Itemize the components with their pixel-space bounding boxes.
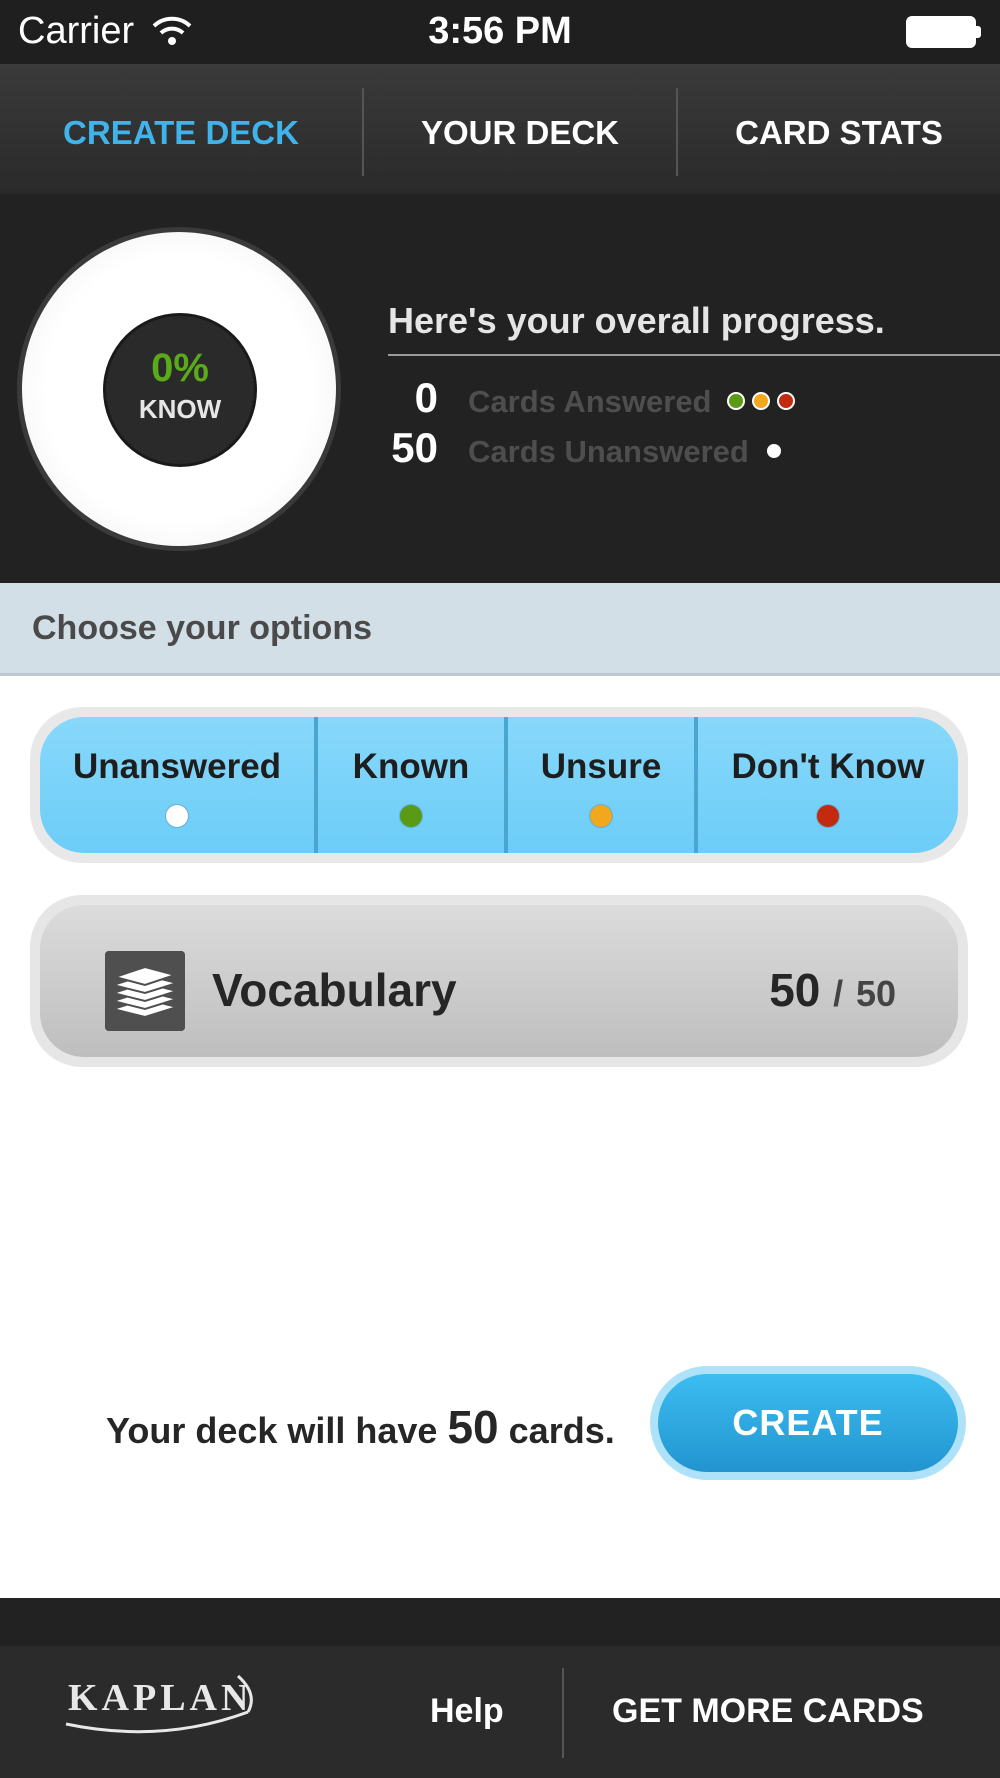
progress-panel: 0% KNOW Here's your overall progress. 0 … (0, 194, 1000, 583)
filter-label: Don't Know (731, 747, 925, 786)
filter-known[interactable]: Known (314, 717, 504, 853)
tab-your-deck[interactable]: YOUR DECK (364, 64, 676, 194)
answered-label: Cards Answered (468, 384, 712, 419)
summary-prefix: Your deck will have (106, 1410, 438, 1451)
known-dot-icon (400, 805, 422, 827)
filter-segmented-control: Unanswered Known Unsure Don't Know (40, 717, 958, 853)
help-link[interactable]: Help (430, 1692, 504, 1731)
progress-divider (388, 354, 1000, 356)
dont-know-dot-icon (817, 805, 839, 827)
tab-create-deck[interactable]: CREATE DECK (0, 64, 362, 194)
deck-summary: Your deck will have 50 cards. (106, 1400, 615, 1454)
top-tab-bar: CREATE DECK YOUR DECK CARD STATS (0, 64, 1000, 194)
known-dot-icon (729, 394, 743, 408)
battery-icon (906, 16, 976, 48)
logo-swoosh-icon (65, 1674, 253, 1734)
footer-spacer (0, 1598, 1000, 1646)
filter-label: Unsure (540, 747, 662, 786)
know-percent: 0% (151, 346, 209, 390)
filter-dont-know[interactable]: Don't Know (694, 717, 958, 853)
deck-count-separator: / (833, 973, 844, 1014)
clock: 3:56 PM (428, 10, 572, 52)
filter-unsure[interactable]: Unsure (504, 717, 694, 853)
options-header-label: Choose your options (32, 609, 372, 647)
unanswered-count: 50 (391, 424, 438, 471)
deck-card-count: 50 / 50 (660, 963, 896, 1017)
answered-count: 0 (414, 374, 438, 421)
filter-label: Unanswered (72, 747, 282, 786)
know-label: KNOW (138, 394, 222, 424)
progress-title: Here's your overall progress. (388, 300, 885, 341)
unanswered-label: Cards Unanswered (468, 434, 749, 469)
deck-name: Vocabulary (212, 964, 457, 1016)
footer-divider (562, 1668, 564, 1758)
create-button[interactable]: CREATE (658, 1374, 958, 1472)
unanswered-dot-icon (767, 444, 781, 458)
get-more-cards-link[interactable]: GET MORE CARDS (612, 1692, 924, 1731)
battery-tip (976, 26, 981, 38)
options-header: Choose your options (0, 583, 1000, 676)
deck-selected-count: 50 (769, 964, 821, 1016)
card-stack-icon (105, 951, 185, 1031)
unsure-dot-icon (754, 394, 768, 408)
unanswered-dot-icon (166, 805, 188, 827)
unsure-dot-icon (590, 805, 612, 827)
summary-suffix: cards. (508, 1410, 615, 1451)
filter-unanswered[interactable]: Unanswered (40, 717, 314, 853)
filter-label: Known (352, 747, 470, 786)
status-bar: Carrier 3:56 PM (0, 0, 1000, 64)
dont-know-dot-icon (779, 394, 793, 408)
summary-count: 50 (447, 1401, 499, 1453)
tab-card-stats[interactable]: CARD STATS (678, 64, 1000, 194)
deck-total-count: 50 (855, 973, 896, 1014)
